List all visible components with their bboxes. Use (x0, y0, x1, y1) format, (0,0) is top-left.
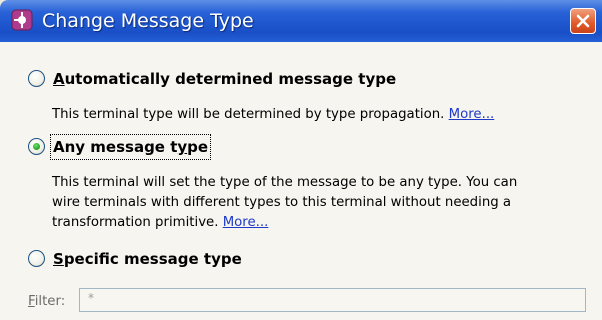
title-bar[interactable]: Change Message Type (0, 0, 602, 42)
window-title: Change Message Type (42, 10, 254, 32)
description-text: This terminal type will be determined by… (52, 107, 449, 122)
close-icon (576, 14, 590, 28)
radio-button-selected[interactable] (28, 138, 45, 155)
filter-input[interactable]: * (79, 288, 586, 312)
more-link[interactable]: More... (223, 215, 269, 230)
radio-label-automatic[interactable]: Automatically determined message type (53, 67, 396, 91)
radio-label-any[interactable]: Any message type (49, 134, 212, 160)
description-line: transformation primitive. More... (52, 215, 269, 230)
automatic-description: This terminal type will be determined by… (52, 105, 494, 125)
plug-icon (11, 9, 33, 31)
filter-label: Filter: (28, 294, 66, 309)
any-description: This terminal will set the type of the m… (52, 173, 517, 233)
radio-button[interactable] (28, 70, 45, 87)
more-link[interactable]: More... (449, 107, 495, 122)
description-line: wire terminals with different types to t… (52, 195, 512, 210)
radio-selected-dot (33, 143, 40, 150)
radio-label-specific[interactable]: Specific message type (53, 247, 242, 271)
radio-button[interactable] (28, 250, 45, 267)
description-line: This terminal will set the type of the m… (52, 175, 518, 190)
dialog-content: Automatically determined message type Th… (0, 42, 602, 320)
close-button[interactable] (570, 8, 596, 34)
